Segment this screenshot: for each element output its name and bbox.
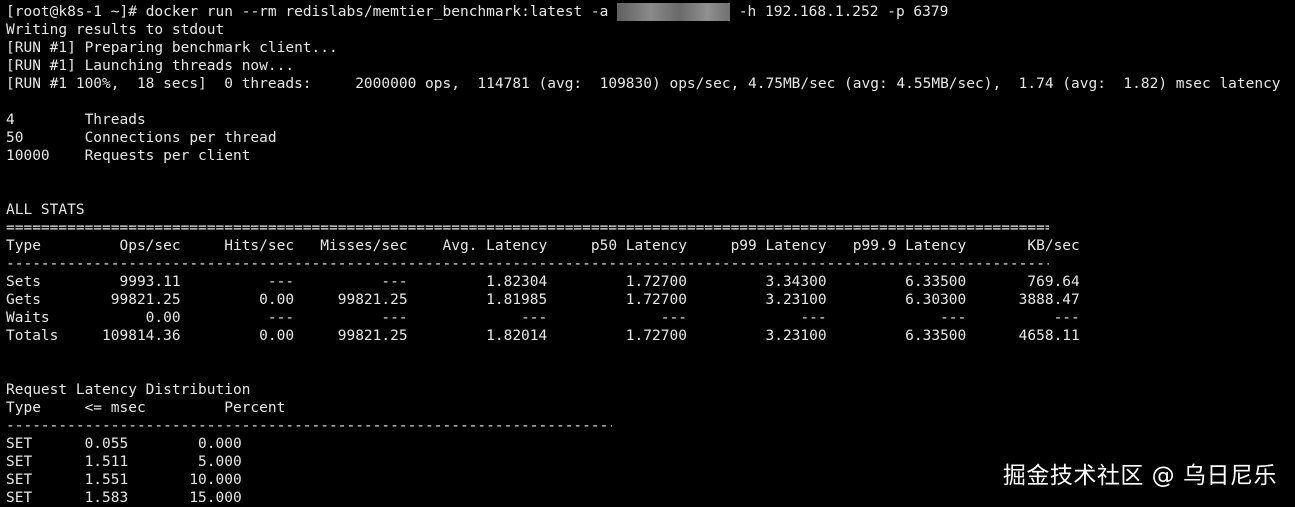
latency-row: SET 0.055 0.000 <box>6 436 242 452</box>
output-line: [RUN #1] Preparing benchmark client... <box>6 40 338 56</box>
latency-row: SET 1.583 15.000 <box>6 490 242 506</box>
command-text-after: -h 192.168.1.252 -p 6379 <box>730 4 949 20</box>
config-line: 4 Threads <box>6 112 146 128</box>
double-separator: ========================================… <box>6 220 1049 236</box>
all-stats-title: ALL STATS <box>6 202 85 218</box>
latency-separator: ----------------------------------------… <box>6 418 612 434</box>
output-line: Writing results to stdout <box>6 22 225 38</box>
progress-line: [RUN #1 100%, 18 secs] 0 threads: 200000… <box>6 76 1281 92</box>
watermark-text: 掘金技术社区 @ 乌日尼乐 <box>1002 463 1277 489</box>
terminal-window[interactable]: [root@k8s-1 ~]# docker run --rm redislab… <box>6 3 1295 506</box>
stats-row-sets: Sets 9993.11 --- --- 1.82304 1.72700 3.3… <box>6 274 1080 290</box>
redacted-password-block <box>617 3 731 21</box>
stats-row-totals: Totals 109814.36 0.00 99821.25 1.82014 1… <box>6 328 1080 344</box>
config-line: 50 Connections per thread <box>6 130 277 146</box>
stats-row-gets: Gets 99821.25 0.00 99821.25 1.81985 1.72… <box>6 292 1080 308</box>
shell-prompt: [root@k8s-1 ~]# <box>6 4 146 20</box>
stats-table-header: Type Ops/sec Hits/sec Misses/sec Avg. La… <box>6 238 1080 254</box>
latency-dist-title: Request Latency Distribution <box>6 382 251 398</box>
stats-row-waits: Waits 0.00 --- --- --- --- --- --- --- <box>6 310 1080 326</box>
config-line: 10000 Requests per client <box>6 148 251 164</box>
output-line: [RUN #1] Launching threads now... <box>6 58 295 74</box>
command-text-before: docker run --rm redislabs/memtier_benchm… <box>145 4 618 20</box>
command-line: [root@k8s-1 ~]# docker run --rm redislab… <box>6 3 1295 21</box>
latency-dist-header: Type <= msec Percent <box>6 400 286 416</box>
single-separator: ----------------------------------------… <box>6 256 1049 272</box>
